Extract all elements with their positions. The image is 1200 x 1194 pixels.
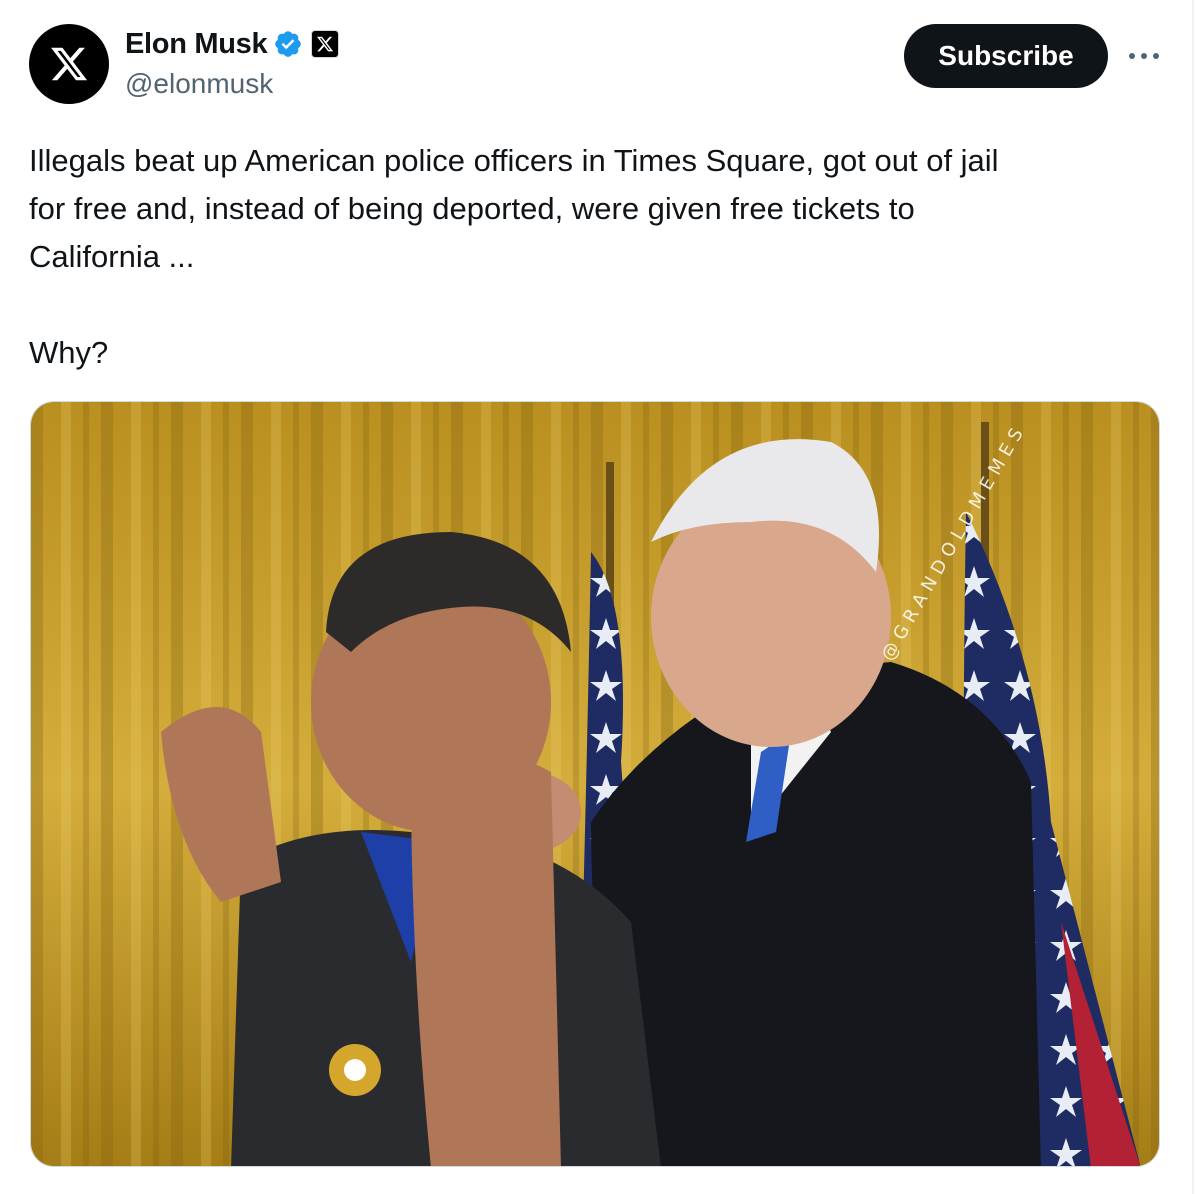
author-name-row: Elon Musk	[125, 26, 340, 62]
tweet-card: Elon Musk @elonmusk Subscribe Illegals b…	[0, 0, 1194, 1194]
verified-badge-icon	[273, 29, 303, 59]
avatar[interactable]	[29, 24, 109, 104]
x-affiliation-badge-icon[interactable]	[311, 30, 340, 58]
user-handle[interactable]: @elonmusk	[125, 68, 273, 100]
subscribe-button[interactable]: Subscribe	[904, 24, 1108, 88]
more-options-icon[interactable]	[1124, 36, 1164, 76]
tweet-text: Illegals beat up American police officer…	[29, 143, 999, 370]
x-logo-icon	[51, 47, 88, 81]
display-name[interactable]: Elon Musk	[125, 28, 268, 61]
tweet-image[interactable]: @GRANDOLDMEMES	[30, 401, 1160, 1167]
